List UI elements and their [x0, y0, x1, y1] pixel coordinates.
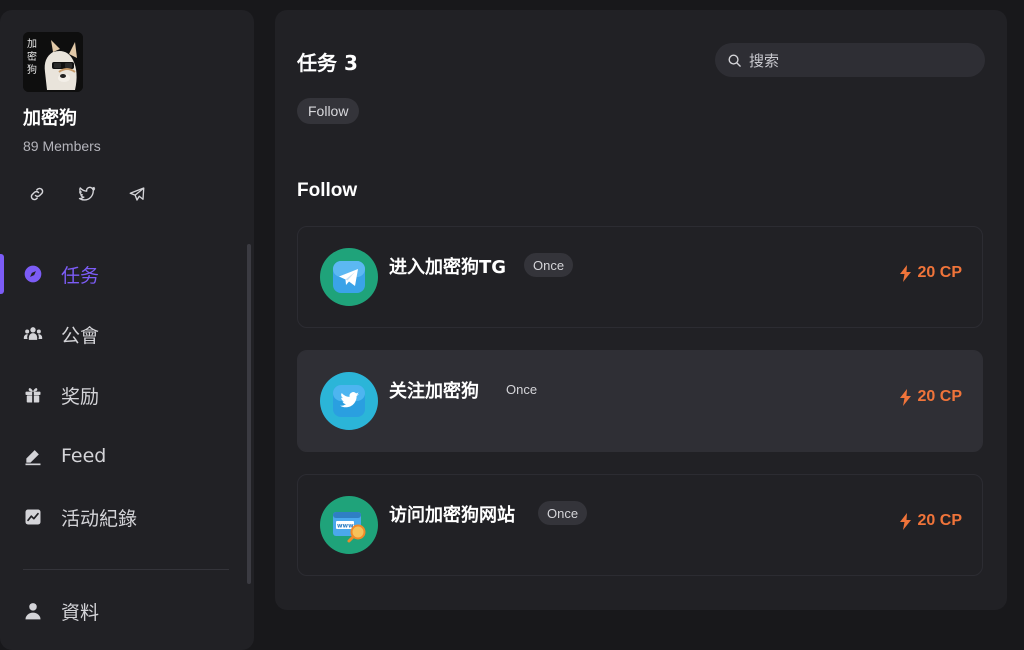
- sidebar-item-label: 公會: [61, 324, 100, 347]
- reward-label: 20 CP: [899, 388, 962, 406]
- sidebar-item-guild[interactable]: 公會: [0, 314, 240, 354]
- filter-chip-follow[interactable]: Follow: [297, 98, 360, 124]
- website-task-icon: www: [320, 496, 378, 554]
- search-box[interactable]: [715, 43, 985, 79]
- frequency-badge: Once: [538, 501, 588, 525]
- sidebar-item-label: 活动紀錄: [61, 507, 138, 530]
- sidebar-item-label: Feed: [61, 445, 107, 467]
- sidebar-item-label: 奖励: [61, 385, 100, 408]
- task-title: 访问加密狗网站: [389, 505, 515, 526]
- tasks-panel: 任务 3 Follow Follow 进入加密狗TG Once 20 CP: [275, 10, 1007, 610]
- edit-icon: [22, 445, 44, 467]
- frequency-badge: Once: [524, 253, 574, 277]
- sidebar-item-profile[interactable]: 資料: [0, 591, 240, 631]
- search-icon: [728, 54, 741, 67]
- avatar-calligraphy: 加密狗: [27, 39, 37, 76]
- sidebar-item-tasks[interactable]: 任务: [0, 254, 240, 294]
- task-card[interactable]: 关注加密狗 Once 20 CP: [297, 350, 983, 452]
- reward-points: 20 CP: [917, 264, 962, 281]
- bolt-icon: [899, 264, 911, 282]
- sidebar-item-label: 任务: [61, 264, 100, 287]
- sidebar-item-activity[interactable]: 活动紀錄: [0, 497, 240, 537]
- reward-points: 20 CP: [917, 388, 962, 405]
- sidebar-scrollbar[interactable]: [247, 244, 251, 584]
- section-title: Follow: [297, 180, 358, 201]
- telegram-icon[interactable]: [123, 180, 151, 208]
- sidebar-item-feed[interactable]: Feed: [0, 436, 240, 476]
- task-title: 关注加密狗: [389, 381, 479, 402]
- member-count: 89 Members: [23, 138, 101, 154]
- users-icon: [22, 323, 44, 345]
- chart-icon: [22, 506, 44, 528]
- task-card[interactable]: 进入加密狗TG Once 20 CP: [297, 226, 983, 328]
- community-name: 加密狗: [23, 108, 77, 129]
- reward-points: 20 CP: [917, 512, 962, 529]
- reward-label: 20 CP: [899, 512, 962, 530]
- compass-icon: [22, 263, 44, 285]
- bolt-icon: [899, 512, 911, 530]
- task-card[interactable]: www 访问加密狗网站 Once 20 CP: [297, 474, 983, 576]
- page-title: 任务 3: [297, 51, 358, 75]
- reward-label: 20 CP: [899, 264, 962, 282]
- user-icon: [22, 600, 44, 622]
- twitter-task-icon: [320, 372, 378, 430]
- bolt-icon: [899, 388, 911, 406]
- link-icon[interactable]: [23, 180, 51, 208]
- task-title: 进入加密狗TG: [389, 257, 507, 278]
- search-input[interactable]: [747, 43, 971, 79]
- gift-icon: [22, 384, 44, 406]
- telegram-task-icon: [320, 248, 378, 306]
- sidebar: 加密狗 加密狗 89 Members 任务 公會 奖励 Feed 活动紀錄 資料: [0, 10, 254, 650]
- sidebar-item-rewards[interactable]: 奖励: [0, 375, 240, 415]
- frequency-badge: Once: [506, 381, 538, 397]
- sidebar-item-label: 資料: [61, 601, 100, 624]
- community-avatar[interactable]: 加密狗: [23, 32, 83, 92]
- twitter-icon[interactable]: [73, 180, 101, 208]
- sidebar-divider: [23, 569, 229, 570]
